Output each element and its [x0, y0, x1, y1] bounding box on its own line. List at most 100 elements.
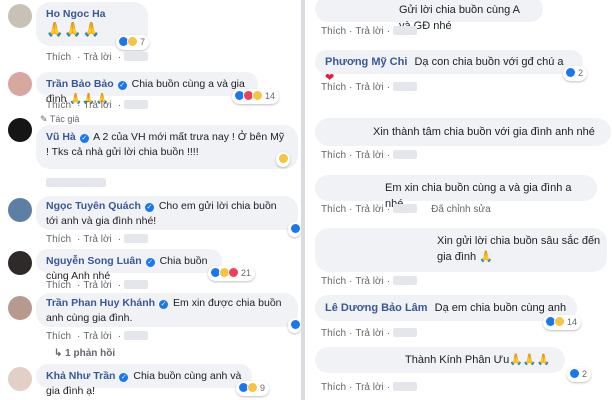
- timestamp-blurred: [393, 150, 418, 159]
- like-link[interactable]: Thích: [321, 276, 346, 287]
- timestamp-blurred: [124, 234, 149, 243]
- right-comment-panel: Gửi lời chia buồn cùng A và GĐ nhé Thích…: [305, 0, 612, 400]
- avatar[interactable]: [8, 251, 32, 275]
- comment-text: Xin thành tâm chia buồn với gia đình anh…: [373, 126, 595, 138]
- comment-bubble: Vũ Hà ✓ A 2 của VH mới mất trưa nay ! Ở b…: [36, 125, 298, 169]
- avatar[interactable]: [8, 4, 32, 28]
- verified-badge-icon: ✓: [119, 373, 129, 382]
- commenter-name[interactable]: Trần Bảo Bảo: [46, 78, 114, 90]
- like-link[interactable]: Thích: [46, 100, 71, 111]
- comment-bubble: Xin gửi lời chia buồn sâu sắc đến gia đì…: [315, 228, 607, 272]
- reaction-summary[interactable]: [288, 222, 301, 237]
- commenter-name[interactable]: Lê Dương Bảo Lâm: [325, 302, 428, 314]
- verified-badge-icon: ✓: [144, 203, 154, 212]
- comment-bubble: Khả Như Trần ✓ Chia buồn cùng anh và gia …: [36, 364, 252, 397]
- sad-reaction-icon: [252, 90, 263, 101]
- like-link[interactable]: Thích: [321, 150, 346, 161]
- like-reaction-icon: [290, 223, 301, 234]
- like-link[interactable]: Thích: [321, 82, 346, 93]
- avatar[interactable]: [8, 118, 32, 142]
- comment-bubble: Ngọc Tuyên Quách ✓ Cho em gửi lời chia bu…: [36, 196, 298, 230]
- comment-actions: Thích · Trả lời · Đã chỉnh sửa: [321, 204, 491, 215]
- reply-link[interactable]: Trả lời: [355, 328, 383, 339]
- verified-badge-icon: ✓: [117, 81, 127, 90]
- comment-actions: Thích · Trả lời ·: [321, 382, 418, 393]
- reply-link[interactable]: Trả lời: [355, 276, 383, 287]
- commenter-name[interactable]: Ngọc Tuyên Quách: [46, 200, 141, 212]
- timestamp-blurred: [393, 276, 418, 285]
- edited-label: Đã chỉnh sửa: [431, 204, 491, 215]
- reaction-summary[interactable]: [288, 318, 301, 333]
- reaction-summary[interactable]: 14: [232, 89, 280, 104]
- like-link[interactable]: Thích: [46, 280, 71, 291]
- reply-link[interactable]: Trả lời: [83, 100, 111, 111]
- sad-reaction-icon: [554, 316, 565, 327]
- like-link[interactable]: Thích: [321, 26, 346, 37]
- comment-text: Xin gửi lời chia buồn sâu sắc đến gia đì…: [437, 235, 601, 263]
- like-link[interactable]: Thích: [46, 234, 71, 245]
- comment-bubble: Trần Phan Huy Khánh ✓ Em xin được chia bu…: [36, 293, 298, 327]
- comment-actions: [46, 178, 109, 189]
- like-link[interactable]: Thích: [321, 382, 346, 393]
- timestamp-blurred: [124, 100, 149, 109]
- love-reaction-icon: [228, 267, 239, 278]
- avatar[interactable]: [8, 367, 32, 391]
- commenter-name[interactable]: Ho Ngoc Ha: [46, 8, 106, 20]
- comment-actions: Thích · Trả lời ·: [46, 234, 151, 245]
- commenter-name[interactable]: Nguyễn Song Luân: [46, 255, 142, 267]
- reply-link[interactable]: Trả lời: [83, 52, 111, 63]
- comment-bubble: Gửi lời chia buồn cùng A và GĐ nhé: [315, 0, 543, 32]
- comment-actions: Thích · Trả lời ·: [321, 328, 418, 339]
- reaction-summary[interactable]: 7: [116, 35, 150, 50]
- reaction-summary[interactable]: 9: [236, 381, 270, 396]
- reaction-summary[interactable]: [276, 152, 290, 167]
- timestamp-blurred: [393, 382, 418, 391]
- reply-link[interactable]: Trả lời: [83, 331, 111, 342]
- timestamp-blurred: [124, 52, 149, 61]
- like-link[interactable]: Thích: [321, 328, 346, 339]
- timestamp-blurred: [46, 178, 106, 187]
- commenter-name[interactable]: Trần Phan Huy Khánh: [46, 297, 155, 309]
- comment-actions: Thích · Trả lời ·: [46, 331, 151, 342]
- timestamp-blurred: [393, 328, 418, 337]
- comment-bubble: Xin thành tâm chia buồn với gia đình anh…: [315, 118, 611, 146]
- reaction-summary[interactable]: 2: [567, 367, 592, 382]
- sad-reaction-icon: [247, 382, 258, 393]
- like-link[interactable]: Thích: [46, 52, 71, 63]
- like-link[interactable]: Thích: [46, 331, 71, 342]
- verified-badge-icon: ✓: [79, 134, 89, 143]
- author-tag-icon: ✎: [40, 114, 50, 124]
- comment-bubble: Trần Bảo Bảo ✓ Chia buồn cùng a và gia đì…: [36, 72, 258, 105]
- commenter-name[interactable]: Khả Như Trần: [46, 370, 115, 382]
- reaction-summary[interactable]: 14: [543, 315, 582, 330]
- comment-text: Thành Kính Phân Ưu🙏🙏🙏: [405, 354, 551, 366]
- comment-text: Dạ con chia buồn với gđ chú a: [414, 56, 564, 68]
- reaction-summary[interactable]: 2: [563, 66, 588, 81]
- reply-link[interactable]: Trả lời: [355, 382, 383, 393]
- reply-link[interactable]: Trả lời: [355, 82, 383, 93]
- commenter-name[interactable]: Phương Mỹ Chi: [325, 56, 407, 68]
- comment-bubble: Thành Kính Phân Ưu🙏🙏🙏: [315, 347, 565, 373]
- left-comment-panel: Ho Ngoc Ha 🙏🙏🙏 7 Thích · Trả lời · Trần Bảo…: [0, 0, 301, 400]
- comment-actions: Thích · Trả lời ·: [321, 82, 418, 93]
- reply-link[interactable]: Trả lời: [355, 26, 383, 37]
- commenter-name[interactable]: Vũ Hà: [46, 131, 76, 143]
- avatar[interactable]: [8, 198, 32, 222]
- avatar[interactable]: [8, 72, 32, 96]
- reply-link[interactable]: Trả lời: [355, 204, 383, 215]
- view-replies-link[interactable]: ↳ 1 phản hồi: [54, 348, 115, 359]
- comment-actions: Thích · Trả lời ·: [321, 26, 418, 37]
- timestamp-blurred: [393, 204, 418, 213]
- avatar[interactable]: [8, 296, 32, 320]
- comment-text: 🙏🙏🙏: [46, 21, 102, 37]
- reply-link[interactable]: Trả lời: [83, 280, 111, 291]
- reply-link[interactable]: Trả lời: [83, 234, 111, 245]
- comment-actions: Thích · Trả lời ·: [46, 100, 151, 111]
- timestamp-blurred: [393, 26, 418, 35]
- sad-reaction-icon: [278, 153, 289, 164]
- reply-link[interactable]: Trả lời: [355, 150, 383, 161]
- reaction-summary[interactable]: 21: [208, 266, 256, 281]
- timestamp-blurred: [124, 280, 149, 289]
- like-link[interactable]: Thích: [321, 204, 346, 215]
- verified-badge-icon: ✓: [145, 258, 155, 267]
